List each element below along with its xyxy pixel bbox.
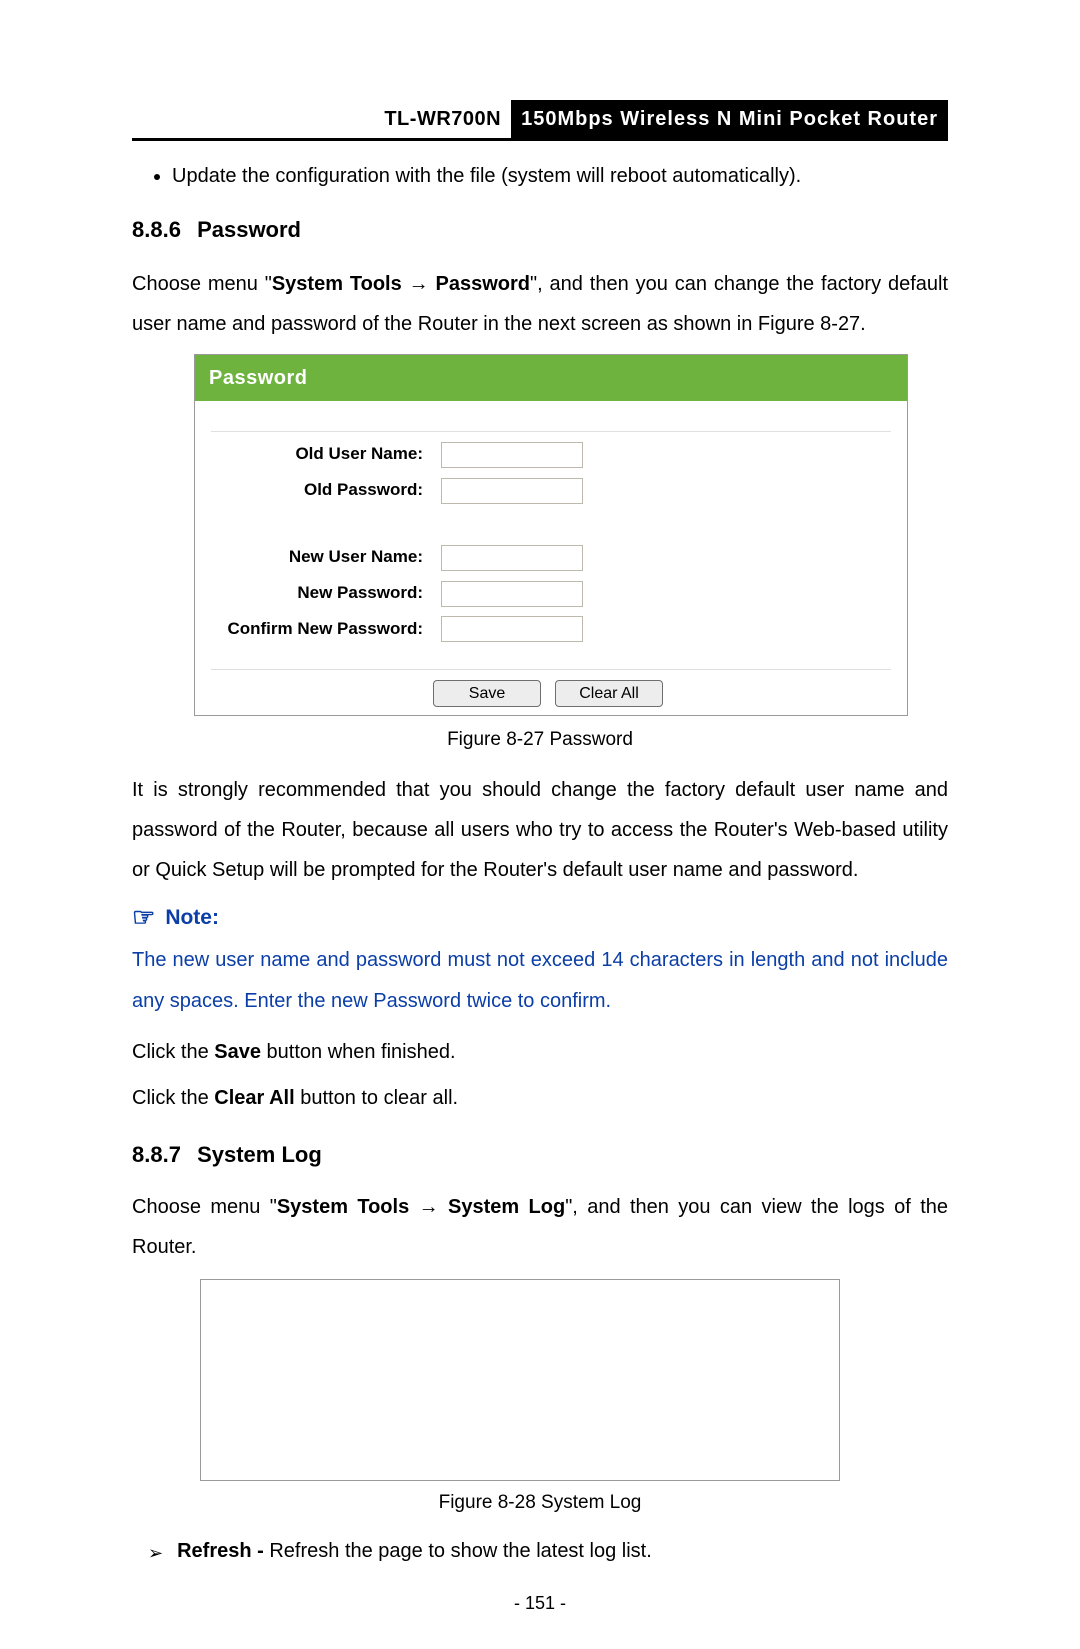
para-click-save: Click the Save button when finished. <box>132 1032 948 1072</box>
clear-bold: Clear All <box>214 1087 294 1109</box>
text: button to clear all. <box>295 1087 458 1109</box>
label-new-user: New User Name: <box>203 543 441 572</box>
password-intro-para: Choose menu "System Tools → Password", a… <box>132 264 948 344</box>
header-rule <box>132 138 948 141</box>
pointing-hand-icon: ☞ <box>132 904 155 930</box>
nav-syslog: System Log <box>448 1196 565 1218</box>
note-body: The new user name and password must not … <box>132 940 948 1022</box>
text: Click the <box>132 1087 214 1109</box>
header-product: 150Mbps Wireless N Mini Pocket Router <box>511 100 948 138</box>
page-number: - 151 - <box>132 1588 948 1619</box>
note-label: Note: <box>165 900 219 936</box>
bullet-update-config: Update the configuration with the file (… <box>172 159 948 193</box>
text: Choose menu " <box>132 1196 277 1218</box>
panel-title: Password <box>209 361 307 395</box>
para-recommend: It is strongly recommended that you shou… <box>132 770 948 890</box>
heading-syslog-num: 8.8.7 <box>132 1142 181 1167</box>
input-new-user[interactable] <box>441 545 583 571</box>
divider <box>211 669 891 670</box>
nav-system-tools: System Tools <box>272 273 402 295</box>
note-heading: ☞ Note: <box>132 900 948 936</box>
heading-password: 8.8.6 Password <box>132 211 948 248</box>
nav-system-tools2: System Tools <box>277 1196 409 1218</box>
save-bold: Save <box>214 1041 261 1063</box>
heading-system-log: 8.8.7 System Log <box>132 1136 948 1173</box>
triangle-bullet-icon: ➢ <box>148 1538 163 1569</box>
text: Click the <box>132 1041 214 1063</box>
refresh-rest: Refresh the page to show the latest log … <box>264 1540 652 1562</box>
nav-password: Password <box>436 273 530 295</box>
panel-title-bar: Password <box>195 355 907 401</box>
label-new-pass: New Password: <box>203 579 441 608</box>
heading-syslog-title: System Log <box>197 1142 322 1167</box>
label-old-user: Old User Name: <box>203 440 441 469</box>
input-old-user[interactable] <box>441 442 583 468</box>
figure-syslog-panel <box>200 1279 840 1481</box>
save-button[interactable]: Save <box>433 680 541 707</box>
para-click-clear: Click the Clear All button to clear all. <box>132 1078 948 1118</box>
label-old-pass: Old Password: <box>203 476 441 505</box>
input-new-pass[interactable] <box>441 581 583 607</box>
refresh-bold: Refresh - <box>177 1540 264 1562</box>
label-confirm-pass: Confirm New Password: <box>203 615 441 644</box>
intro-bullet-list: Update the configuration with the file (… <box>172 159 948 193</box>
input-old-pass[interactable] <box>441 478 583 504</box>
heading-password-num: 8.8.6 <box>132 217 181 242</box>
heading-password-title: Password <box>197 217 301 242</box>
text: button when finished. <box>261 1041 456 1063</box>
refresh-line: ➢ Refresh - Refresh the page to show the… <box>148 1534 948 1569</box>
caption-password: Figure 8-27 Password <box>132 724 948 756</box>
header-model: TL-WR700N <box>374 100 511 138</box>
figure-password-panel: Password Old User Name: Old Password: Ne… <box>194 354 908 715</box>
divider <box>211 431 891 432</box>
text: Choose menu " <box>132 273 272 295</box>
clear-all-button[interactable]: Clear All <box>555 680 663 707</box>
caption-syslog: Figure 8-28 System Log <box>132 1487 948 1519</box>
input-confirm-pass[interactable] <box>441 616 583 642</box>
syslog-intro-para: Choose menu "System Tools → System Log",… <box>132 1187 948 1267</box>
page-header: TL-WR700N 150Mbps Wireless N Mini Pocket… <box>132 100 948 141</box>
